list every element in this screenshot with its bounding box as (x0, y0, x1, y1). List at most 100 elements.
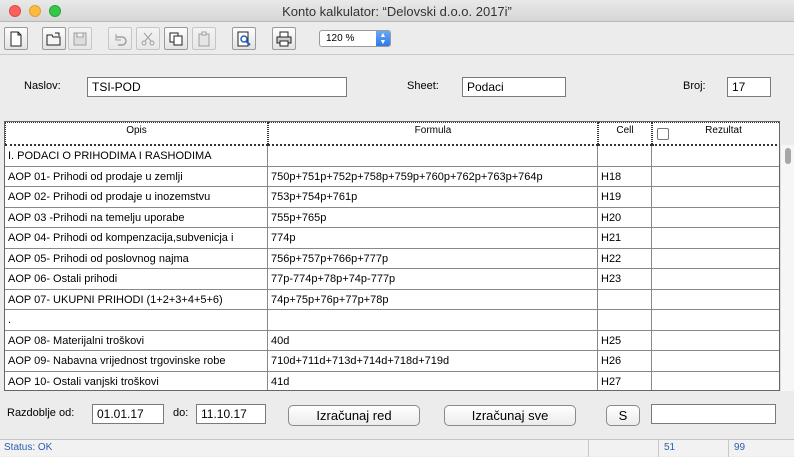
opis-cell[interactable]: AOP 10- Ostali vanjski troškovi (5, 371, 268, 390)
rezultat-cell[interactable] (652, 249, 779, 269)
formula-cell[interactable]: 77p-774p+78p+74p-777p (268, 269, 598, 289)
table-row[interactable]: AOP 05- Prihodi od poslovnog najma 756p+… (5, 248, 779, 269)
table-row[interactable]: . (5, 310, 779, 331)
table-row[interactable]: AOP 04- Prihodi od kompenzacija,subvenic… (5, 228, 779, 249)
copy-icon (169, 32, 183, 45)
opis-cell[interactable]: AOP 09- Nabavna vrijednost trgovinske ro… (5, 351, 268, 371)
paste-button[interactable] (192, 27, 216, 50)
formula-cell[interactable]: 756p+757p+766p+777p (268, 248, 598, 269)
formula-cell[interactable]: 41d (268, 371, 598, 390)
cell-ref-cell[interactable]: H27 (598, 371, 652, 390)
opis-cell[interactable]: AOP 03 -Prihodi na temelju uporabe (5, 207, 268, 228)
rezultat-cell[interactable] (652, 372, 779, 391)
rezultat-cell[interactable] (652, 331, 779, 351)
cell-ref-cell[interactable] (598, 310, 652, 330)
opis-cell[interactable]: AOP 08- Materijalni troškovi (5, 330, 268, 351)
date-from-field[interactable]: 01.01.17 (92, 404, 164, 424)
date-to-field[interactable]: 11.10.17 (196, 404, 266, 424)
paste-icon (198, 31, 210, 46)
undo-icon (115, 33, 127, 46)
formula-cell[interactable]: 753p+754p+761p (268, 187, 598, 207)
status-bar: Status: OK 51 99 (0, 439, 794, 457)
new-document-button[interactable] (4, 27, 28, 50)
opis-cell[interactable]: AOP 05- Prihodi od poslovnog najma (5, 248, 268, 269)
sheet-field[interactable]: Podaci (462, 77, 566, 97)
scrollbar-thumb[interactable] (785, 148, 791, 164)
formula-cell[interactable]: 774p (268, 228, 598, 248)
broj-label: Broj: (683, 80, 706, 92)
title-bar: Konto kalkulator: “Delovski d.o.o. 2017i… (0, 0, 794, 22)
status-field-2: 99 (734, 442, 746, 453)
cell-ref-cell[interactable] (598, 146, 652, 166)
table-row[interactable]: AOP 08- Materijalni troškovi 40d H25 (5, 330, 779, 351)
table-row[interactable]: AOP 07- UKUPNI PRIHODI (1+2+3+4+5+6) 74p… (5, 289, 779, 310)
opis-cell[interactable]: I. PODACI O PRIHODIMA I RASHODIMA (5, 146, 268, 166)
open-icon (46, 32, 61, 45)
formula-cell[interactable]: 750p+751p+752p+758p+759p+760p+762p+763p+… (268, 166, 598, 187)
cell-ref-cell[interactable]: H19 (598, 187, 652, 207)
cell-ref-cell[interactable]: H23 (598, 269, 652, 289)
table-row[interactable]: AOP 06- Ostali prihodi 77p-774p+78p+74p-… (5, 269, 779, 290)
calculate-row-button[interactable]: Izračunaj red (288, 405, 420, 426)
column-header-rezultat[interactable]: Rezultat (652, 122, 779, 146)
copy-button[interactable] (164, 27, 188, 50)
save-button[interactable] (68, 27, 92, 50)
rezultat-cell[interactable] (652, 351, 779, 371)
opis-cell[interactable]: AOP 01- Prihodi od prodaje u zemlji (5, 166, 268, 187)
formula-cell[interactable] (268, 146, 598, 166)
cell-ref-cell[interactable]: H25 (598, 330, 652, 351)
cell-ref-cell[interactable]: H21 (598, 228, 652, 248)
cell-ref-cell[interactable]: H20 (598, 207, 652, 228)
column-header-opis[interactable]: Opis (5, 122, 268, 146)
naslov-field[interactable]: TSI-POD (87, 77, 347, 97)
table-row[interactable]: AOP 09- Nabavna vrijednost trgovinske ro… (5, 351, 779, 372)
zoom-select[interactable]: 120 % ▲ ▼ (319, 30, 391, 47)
formula-cell[interactable] (268, 310, 598, 330)
rezultat-cell[interactable] (652, 310, 779, 330)
rezultat-cell[interactable] (652, 208, 779, 228)
cut-button[interactable] (136, 27, 160, 50)
opis-cell[interactable]: AOP 06- Ostali prihodi (5, 269, 268, 289)
save-icon (73, 32, 87, 45)
formula-cell[interactable]: 755p+765p (268, 207, 598, 228)
cell-ref-cell[interactable]: H22 (598, 248, 652, 269)
broj-field[interactable]: 17 (727, 77, 771, 97)
result-field[interactable] (651, 404, 776, 424)
rezultat-cell[interactable] (652, 228, 779, 248)
status-text: Status: OK (4, 442, 53, 453)
opis-cell[interactable]: AOP 07- UKUPNI PRIHODI (1+2+3+4+5+6) (5, 289, 268, 310)
stepper-arrows-icon: ▲ ▼ (376, 31, 390, 46)
undo-button[interactable] (108, 27, 132, 50)
cell-ref-cell[interactable]: H26 (598, 351, 652, 371)
rezultat-cell[interactable] (652, 269, 779, 289)
status-divider (728, 440, 729, 457)
table-row[interactable]: AOP 02- Prihodi od prodaje u inozemstvu … (5, 187, 779, 208)
rezultat-cell[interactable] (652, 187, 779, 207)
opis-cell[interactable]: AOP 04- Prihodi od kompenzacija,subvenic… (5, 228, 268, 248)
new-icon (10, 31, 22, 46)
table-row[interactable]: I. PODACI O PRIHODIMA I RASHODIMA (5, 146, 779, 167)
open-button[interactable] (42, 27, 66, 50)
zoom-value: 120 % (326, 33, 355, 44)
cell-ref-cell[interactable]: H18 (598, 166, 652, 187)
opis-cell[interactable]: . (5, 310, 268, 330)
select-all-checkbox[interactable] (657, 128, 669, 140)
column-header-cell[interactable]: Cell (598, 122, 652, 146)
formula-cell[interactable]: 710d+711d+713d+714d+718d+719d (268, 351, 598, 371)
cell-ref-cell[interactable] (598, 289, 652, 310)
column-header-formula[interactable]: Formula (268, 122, 598, 146)
rezultat-cell[interactable] (652, 167, 779, 187)
table-row[interactable]: AOP 01- Prihodi od prodaje u zemlji 750p… (5, 166, 779, 187)
opis-cell[interactable]: AOP 02- Prihodi od prodaje u inozemstvu (5, 187, 268, 207)
table-row[interactable]: AOP 10- Ostali vanjski troškovi 41d H27 (5, 371, 779, 391)
rezultat-cell[interactable] (652, 290, 779, 310)
s-button[interactable]: S (606, 405, 640, 426)
rezultat-cell[interactable] (652, 146, 779, 166)
print-preview-button[interactable] (232, 27, 256, 50)
formula-cell[interactable]: 40d (268, 330, 598, 351)
formula-cell[interactable]: 74p+75p+76p+77p+78p (268, 289, 598, 310)
calculate-all-button[interactable]: Izračunaj sve (444, 405, 576, 426)
table-row[interactable]: AOP 03 -Prihodi na temelju uporabe 755p+… (5, 207, 779, 228)
table-scrollbar[interactable] (780, 145, 794, 391)
print-button[interactable] (272, 27, 296, 50)
